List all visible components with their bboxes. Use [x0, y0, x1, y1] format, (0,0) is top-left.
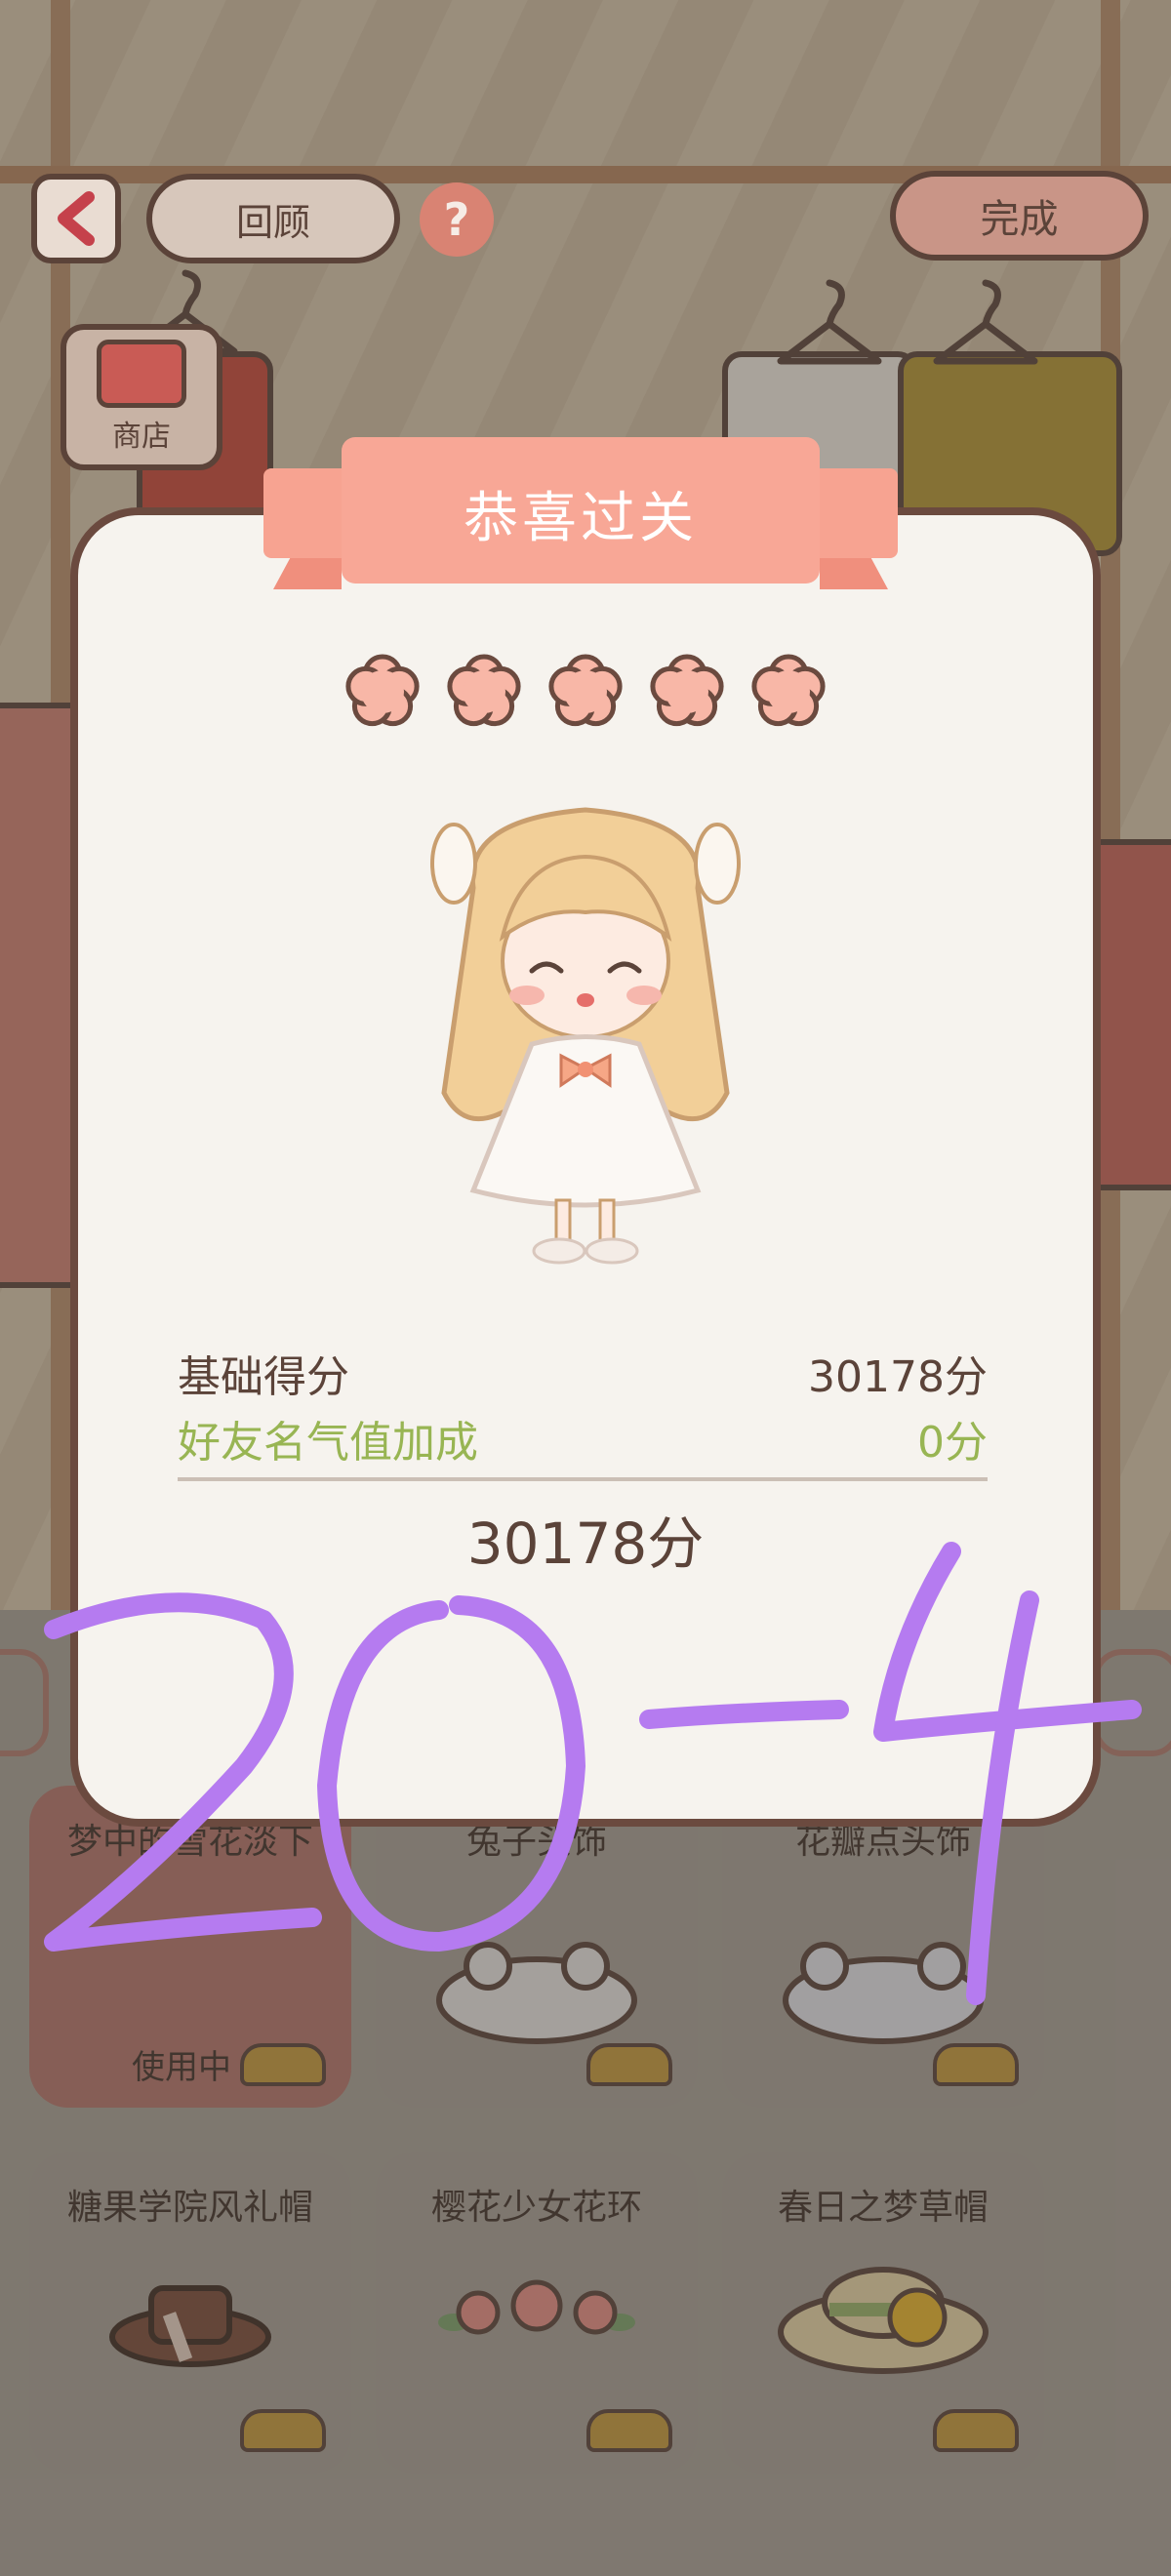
star-rating — [342, 649, 829, 737]
flower-star-icon — [447, 654, 521, 727]
help-button[interactable]: ? — [420, 182, 494, 257]
shop-icon — [97, 340, 186, 408]
base-score-label: 基础得分 — [178, 1352, 349, 1402]
flower-star-icon — [345, 654, 420, 727]
flower-star-icon — [548, 654, 623, 727]
shop-button[interactable]: 商店 — [61, 324, 222, 470]
shop-label: 商店 — [112, 420, 171, 454]
done-button[interactable]: 完成 — [890, 171, 1149, 261]
flower-star-icon — [650, 654, 724, 727]
character-illustration — [430, 807, 741, 1265]
title-ribbon: 恭喜过关 — [263, 437, 898, 593]
back-button[interactable] — [31, 174, 121, 263]
score-divider — [178, 1477, 988, 1481]
chevron-left-icon — [58, 191, 95, 246]
review-button[interactable]: 回顾 — [146, 174, 400, 263]
bonus-score-row: 好友名气值加成 0分 — [178, 1407, 988, 1469]
total-score: 30178分 — [466, 1510, 705, 1577]
flower-star-icon — [751, 654, 826, 727]
bonus-score-label: 好友名气值加成 — [178, 1418, 478, 1468]
base-score-value: 30178分 — [808, 1352, 988, 1402]
bonus-score-value: 0分 — [917, 1418, 988, 1468]
dialog-title: 恭喜过关 — [464, 487, 698, 550]
base-score-row: 基础得分 30178分 — [178, 1342, 988, 1404]
